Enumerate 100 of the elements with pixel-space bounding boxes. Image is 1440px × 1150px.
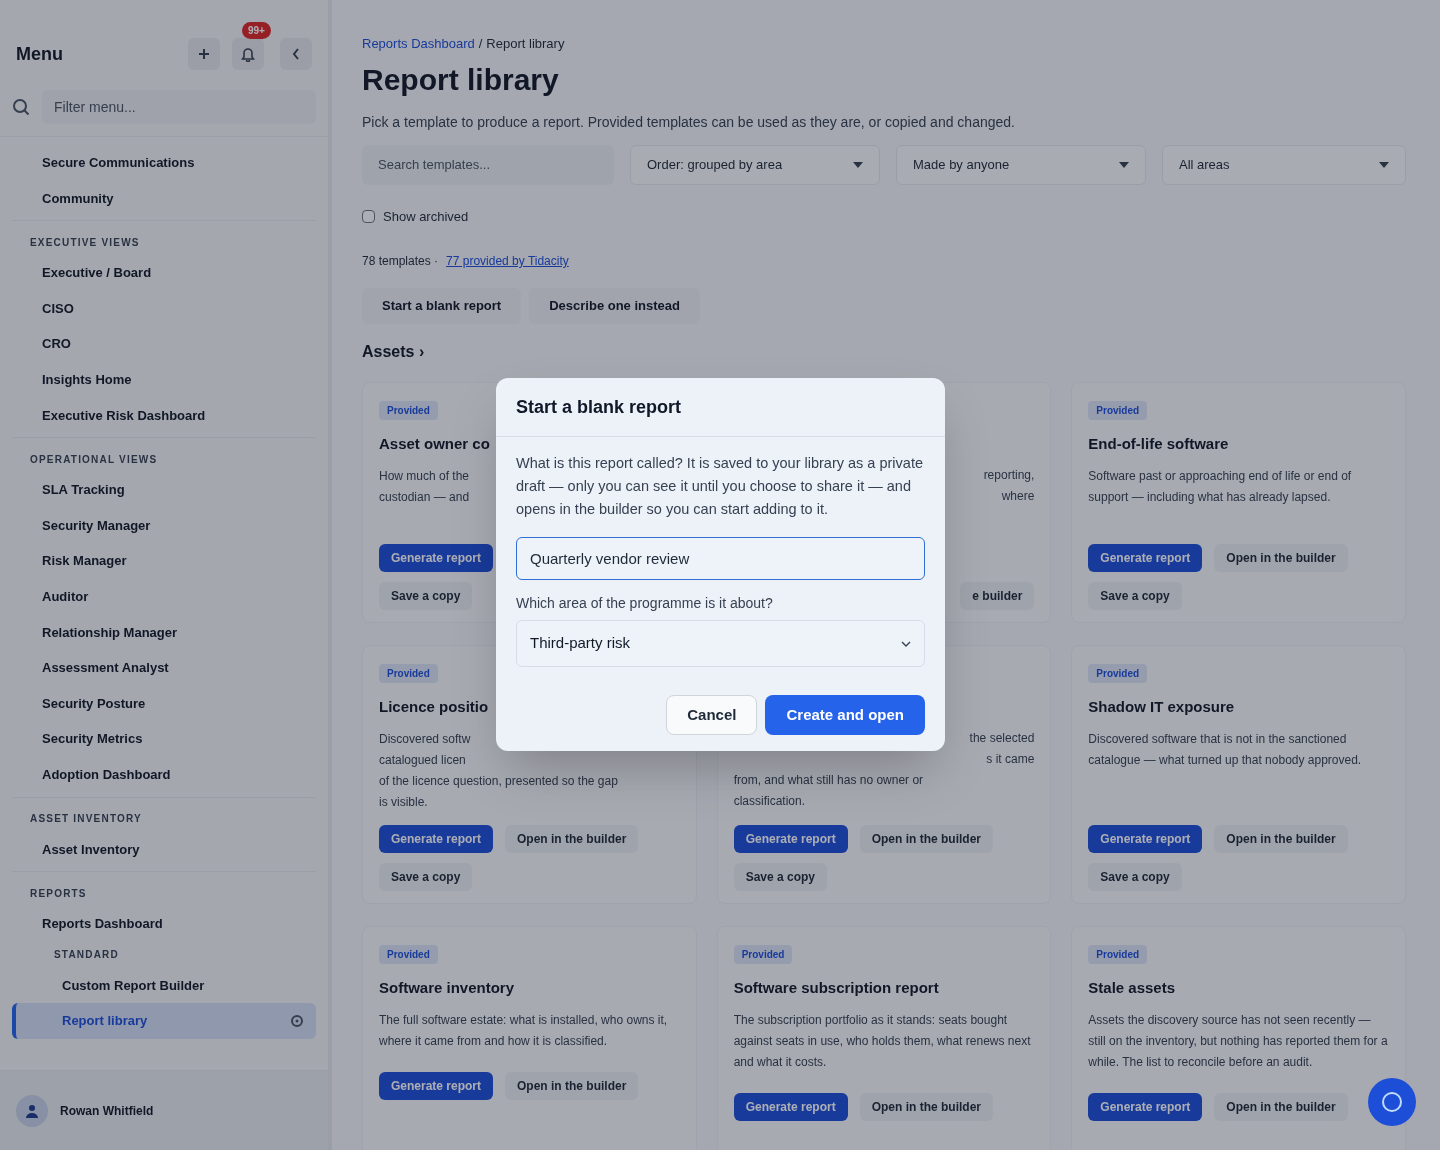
- create-button[interactable]: Create and open: [765, 695, 925, 735]
- secondary-button[interactable]: Open in the builder: [1214, 825, 1348, 853]
- template-count: 78 templates ·: [362, 253, 439, 270]
- action-button[interactable]: Start a blank report: [362, 288, 522, 324]
- section-heading: REPORTS: [29, 886, 88, 901]
- search-field[interactable]: Search templates...: [362, 144, 614, 185]
- sidebar-item[interactable]: Executive Risk Dashboard: [12, 397, 316, 434]
- filter-dropdown[interactable]: Order: grouped by area: [630, 144, 880, 185]
- sidebar-item[interactable]: Custom Report Builder: [12, 967, 316, 1004]
- generate-button[interactable]: Generate report: [379, 544, 494, 572]
- generate-button[interactable]: Generate report: [1088, 825, 1203, 853]
- sidebar-item[interactable]: Reports Dashboard: [12, 906, 316, 942]
- checkbox-label: Show archived: [383, 207, 469, 226]
- sidebar-item[interactable]: Executive / Board: [12, 255, 316, 291]
- card-description: reporting,: [983, 467, 1035, 484]
- card-description: Discovered softw: [379, 730, 471, 748]
- dialog-title: Start a blank report: [496, 378, 945, 437]
- breadcrumb-link[interactable]: Reports Dashboard: [362, 34, 475, 54]
- provided-badge: Provided: [1088, 401, 1148, 420]
- provided-badge: Provided: [733, 945, 793, 964]
- generate-button[interactable]: Generate report: [379, 825, 494, 853]
- sidebar-item[interactable]: Adoption Dashboard: [12, 756, 316, 793]
- card-description: catalogued licen: [379, 751, 466, 769]
- breadcrumb-separator: /: [478, 35, 483, 53]
- filter-dropdown[interactable]: Made by anyone: [896, 144, 1146, 185]
- card-description: Discovered software that is not in the sanctioned catalogue — what turned up that nobody approved.: [1088, 730, 1363, 769]
- add-button[interactable]: [188, 38, 220, 70]
- page-title: Report library: [362, 61, 560, 98]
- secondary-button[interactable]: e builder: [960, 582, 1035, 610]
- secondary-button[interactable]: Save a copy: [379, 582, 473, 610]
- section-heading: EXECUTIVE VIEWS: [29, 235, 141, 250]
- secondary-button[interactable]: Open in the builder: [1214, 1092, 1348, 1121]
- sidebar-item[interactable]: Community: [12, 180, 316, 217]
- menu-title: Menu: [16, 42, 64, 66]
- caret-icon: [1119, 161, 1129, 168]
- sidebar-item[interactable]: Insights Home: [12, 361, 316, 398]
- sidebar-item[interactable]: Risk Manager: [12, 543, 316, 579]
- field-label: Which area of the programme is it about?: [516, 594, 774, 613]
- card-title: End-of-life software: [1088, 434, 1230, 454]
- generate-button[interactable]: Generate report: [733, 1092, 848, 1121]
- secondary-button[interactable]: Save a copy: [1088, 863, 1182, 891]
- card-description: custodian — and: [379, 488, 470, 506]
- sidebar-item[interactable]: Security Metrics: [12, 721, 316, 757]
- secondary-button[interactable]: Open in the builder: [505, 825, 639, 853]
- sidebar-item[interactable]: Relationship Manager: [12, 614, 316, 651]
- card-title: Asset owner co: [379, 434, 491, 454]
- search-icon: [12, 98, 30, 116]
- collapse-button[interactable]: [280, 38, 312, 70]
- sidebar-item[interactable]: Security Posture: [12, 685, 316, 722]
- help-icon: [1381, 1091, 1403, 1113]
- secondary-button[interactable]: Open in the builder: [505, 1071, 639, 1100]
- secondary-button[interactable]: Save a copy: [1088, 582, 1182, 610]
- sidebar-item[interactable]: Asset Inventory: [12, 831, 316, 868]
- sidebar-item[interactable]: Security Manager: [12, 507, 316, 544]
- section-title: Assets ›: [362, 342, 426, 362]
- sidebar-item[interactable]: CISO: [12, 290, 316, 327]
- archived-checkbox[interactable]: [362, 209, 375, 223]
- generate-button[interactable]: Generate report: [379, 1071, 494, 1100]
- card-description: Assets the discovery source has not seen recently — still on the inventory, but nothing has reported them for a while. The list to reconcile before an audit.: [1088, 1011, 1389, 1071]
- sidebar-item[interactable]: Auditor: [12, 578, 316, 615]
- provided-badge: Provided: [1088, 945, 1148, 964]
- card-title: Stale assets: [1088, 978, 1177, 998]
- bell-icon: [241, 46, 255, 62]
- area-dropdown[interactable]: Third-party risk: [516, 620, 925, 667]
- caret-icon: [853, 161, 863, 168]
- notifications-button[interactable]: [232, 38, 264, 70]
- chevron-left-icon: [292, 48, 300, 60]
- cancel-button[interactable]: Cancel: [666, 695, 758, 735]
- filter-dropdown[interactable]: All areas: [1162, 144, 1406, 185]
- provided-link[interactable]: 77 provided by Tidacity: [446, 252, 569, 270]
- chevron-down-icon: [901, 640, 911, 647]
- generate-button[interactable]: Generate report: [733, 825, 848, 853]
- user-name: Rowan Whitfield: [60, 1102, 154, 1120]
- card-description: classification.: [733, 793, 806, 810]
- report-name-field[interactable]: Quarterly vendor review: [516, 537, 925, 580]
- secondary-button[interactable]: Open in the builder: [1214, 544, 1348, 572]
- sidebar-item[interactable]: CRO: [12, 326, 316, 362]
- secondary-button[interactable]: Save a copy: [733, 863, 828, 891]
- section-heading: OPERATIONAL VIEWS: [29, 452, 159, 467]
- plus-icon: [198, 48, 210, 60]
- provided-badge: Provided: [379, 664, 438, 683]
- card-description: the selected: [969, 730, 1035, 747]
- sidebar-item[interactable]: SLA Tracking: [12, 472, 316, 508]
- action-button[interactable]: Describe one instead: [529, 288, 700, 324]
- secondary-button[interactable]: Open in the builder: [859, 825, 994, 853]
- section-heading: STANDARD: [53, 948, 120, 963]
- generate-button[interactable]: Generate report: [1088, 1092, 1203, 1121]
- generate-button[interactable]: Generate report: [1088, 544, 1203, 572]
- provided-badge: Provided: [379, 401, 438, 420]
- card-title: Software inventory: [379, 978, 516, 998]
- sidebar-item[interactable]: Secure Communications: [12, 145, 316, 181]
- filter-field[interactable]: Filter menu...: [42, 90, 316, 124]
- notification-badge: 99+: [242, 22, 271, 39]
- secondary-button[interactable]: Open in the builder: [859, 1092, 994, 1121]
- card-description: s it came: [986, 751, 1035, 768]
- dialog-text: What is this report called? It is saved to your library as a private draft — only you can see it until you choose to share it — and opens in the builder so you can start adding to it.: [516, 454, 924, 519]
- card-description: where: [1001, 488, 1035, 505]
- secondary-button[interactable]: Save a copy: [379, 863, 473, 891]
- sidebar-item[interactable]: Assessment Analyst: [12, 650, 316, 686]
- card-description: from, and what still has no owner or: [733, 772, 924, 789]
